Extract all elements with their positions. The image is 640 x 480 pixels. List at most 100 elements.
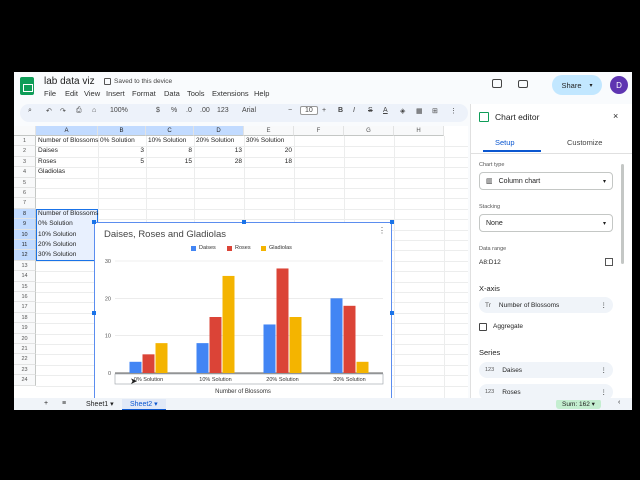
menu-format[interactable]: Format [132,89,156,98]
scrollbar[interactable] [621,164,624,264]
series-chip-roses[interactable]: 123 Roses ⋮ [479,384,613,400]
more-vert-icon[interactable]: ⋮ [601,366,608,374]
row-header[interactable]: 17 [14,302,36,313]
sum-indicator[interactable]: Sum: 162 ▾ [556,399,601,409]
column-header[interactable]: E [244,126,294,136]
decrease-decimal-button[interactable]: .0 [186,107,192,114]
cell[interactable]: 20 [246,146,292,156]
cell[interactable]: 30% Solution [38,250,76,260]
menu-help[interactable]: Help [254,89,269,98]
cell[interactable]: 28 [196,157,242,167]
tab-sheet1[interactable]: Sheet1 ▾ [78,399,122,409]
zoom-select[interactable]: 100% [110,107,128,114]
cell[interactable]: Gladiolas [38,167,65,177]
row-header[interactable]: 22 [14,354,36,365]
cell[interactable]: Roses [38,157,56,167]
cell[interactable]: 13 [196,146,242,156]
cell[interactable]: 15 [148,157,192,167]
spreadsheet-grid[interactable]: ABCDEFGH 1 2 3 4 5 6 7 8 9 10 11 12 13 14 15 16 17 18 19 20… [14,126,468,410]
cell[interactable]: 30% Solution [246,136,284,146]
stacking-select[interactable]: None ▾ [479,214,613,232]
text-color-button[interactable]: A [383,107,388,114]
row-header[interactable]: 23 [14,364,36,376]
avatar[interactable]: D [610,76,628,94]
cell[interactable]: 18 [246,157,292,167]
cell[interactable]: 5 [100,157,144,167]
xaxis-chip[interactable]: Tr Number of Blossoms ⋮ [479,297,613,313]
column-header[interactable]: C [146,126,194,136]
row-header[interactable]: 21 [14,344,36,355]
menu-tools[interactable]: Tools [187,89,205,98]
grid-select-icon[interactable] [605,258,613,266]
doc-title[interactable]: lab data viz [44,76,95,87]
row-header[interactable]: 4 [14,167,36,178]
menu-edit[interactable]: Edit [65,89,78,98]
italic-button[interactable]: I [353,107,355,114]
cell[interactable]: 20% Solution [196,136,234,146]
cell[interactable]: 10% Solution [148,136,186,146]
borders-icon[interactable]: ▦ [416,107,423,115]
tab-setup[interactable]: Setup [495,138,515,147]
select-all-corner[interactable] [14,126,36,136]
cell[interactable]: 3 [100,146,144,156]
menu-data[interactable]: Data [164,89,180,98]
row-header[interactable]: 6 [14,188,36,199]
tab-customize[interactable]: Customize [567,138,602,147]
share-button[interactable]: Share ▾ [552,75,602,95]
comment-icon[interactable] [492,79,502,88]
paint-format-icon[interactable]: ⌂ [92,107,96,114]
redo-icon[interactable]: ↷ [60,107,66,115]
row-header[interactable]: 10 [14,229,36,240]
font-size-decrease[interactable]: − [288,107,292,114]
row-header[interactable]: 19 [14,323,36,334]
menu-extensions[interactable]: Extensions [212,89,249,98]
cell[interactable]: 0% Solution [38,219,73,229]
row-header[interactable]: 24 [14,375,36,386]
font-size-increase[interactable]: + [322,107,326,114]
row-header[interactable]: 15 [14,281,36,292]
chart-type-select[interactable]: ▥ Column chart ▾ [479,172,613,190]
row-header[interactable]: 14 [14,271,36,282]
row-header[interactable]: 20 [14,333,36,344]
more-vert-icon[interactable]: ⋮ [601,301,608,309]
column-header[interactable]: H [394,126,444,136]
undo-icon[interactable]: ↶ [46,107,52,115]
search-icon[interactable]: ⌕ [28,107,32,115]
cell[interactable]: 0% Solution [100,136,135,146]
column-header[interactable]: D [194,126,244,136]
cell[interactable]: Daises [38,146,58,156]
cell[interactable]: 8 [148,146,192,156]
menu-view[interactable]: View [84,89,100,98]
percent-button[interactable]: % [171,107,177,114]
row-header[interactable]: 12 [14,250,36,261]
data-range-input[interactable]: A8:D12 [479,259,501,266]
more-vert-icon[interactable]: ⋮ [601,388,608,396]
column-header[interactable]: B [98,126,146,136]
font-size-input[interactable]: 10 [300,106,318,115]
strikethrough-button[interactable]: S [368,107,373,114]
font-select[interactable]: Arial [242,107,256,114]
cell[interactable]: Number of Blossoms [38,136,98,146]
number-format-button[interactable]: 123 [217,107,229,114]
row-header[interactable]: 7 [14,198,36,209]
all-sheets-button[interactable]: ≡ [54,399,74,408]
cell[interactable]: 10% Solution [38,230,76,240]
row-header[interactable]: 2 [14,146,36,157]
row-header[interactable]: 3 [14,156,36,168]
more-options-icon[interactable]: ⋮ [450,107,457,115]
menu-file[interactable]: File [44,89,56,98]
merge-icon[interactable]: ⊞ [432,107,438,115]
row-header[interactable]: 9 [14,219,36,230]
aggregate-checkbox[interactable] [479,323,487,331]
cell[interactable]: 20% Solution [38,240,76,250]
row-header[interactable]: 13 [14,260,36,272]
fill-color-icon[interactable]: ◈ [400,107,405,115]
currency-button[interactable]: $ [156,107,160,114]
close-icon[interactable]: × [613,111,618,121]
print-icon[interactable]: ⎙ [76,107,82,115]
tab-sheet2[interactable]: Sheet2 ▾ [122,399,166,410]
column-header[interactable]: F [294,126,344,136]
series-chip-daises[interactable]: 123 Daises ⋮ [479,362,613,378]
sheets-logo-icon[interactable] [20,77,34,95]
column-header[interactable]: A [36,126,98,136]
